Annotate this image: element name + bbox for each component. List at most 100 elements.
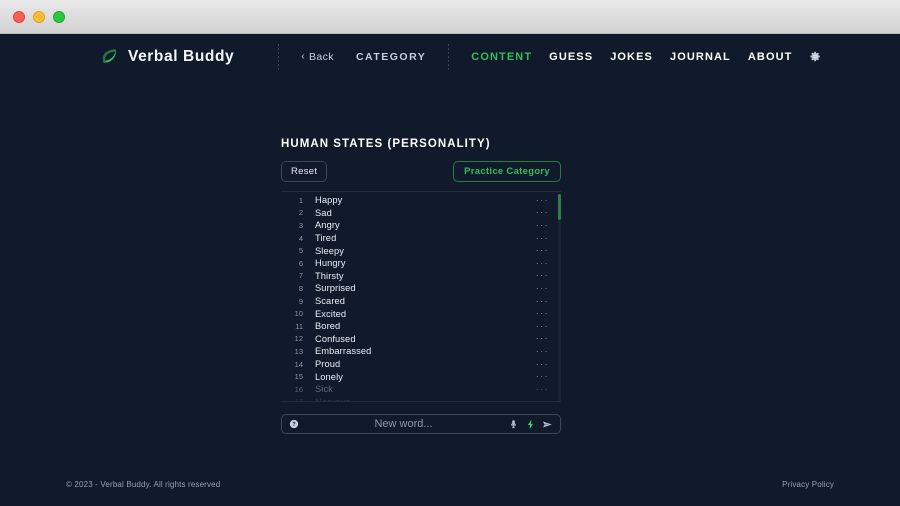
word-row[interactable]: 14 Proud ··· — [281, 358, 561, 371]
word-label: Thirsty — [315, 270, 344, 281]
word-label: Nervous — [315, 396, 351, 402]
word-index: 14 — [294, 359, 303, 369]
app-window: Verbal Buddy ‹ Back CATEGORY CONTENT GUE… — [0, 0, 900, 506]
word-index: 1 — [298, 195, 303, 205]
word-index: 15 — [294, 372, 303, 382]
word-row[interactable]: 3 Angry ··· — [281, 219, 561, 232]
word-label: Embarrassed — [315, 346, 372, 357]
panel-toolbar: Reset Practice Category — [281, 161, 561, 182]
nav-item-jokes[interactable]: JOKES — [610, 51, 653, 63]
row-menu-icon[interactable]: ··· — [536, 246, 549, 255]
nav-item-about[interactable]: ABOUT — [748, 51, 793, 63]
row-menu-icon[interactable]: ··· — [536, 321, 549, 331]
brand-name: Verbal Buddy — [128, 47, 235, 65]
row-menu-icon[interactable]: ··· — [536, 397, 549, 401]
word-label: Tired — [315, 233, 337, 244]
word-row[interactable]: 9 Scared ··· — [281, 295, 561, 308]
word-label: Angry — [315, 220, 340, 231]
word-index: 2 — [298, 208, 303, 218]
send-icon[interactable] — [542, 419, 553, 430]
nav-item-guess[interactable]: GUESS — [549, 51, 593, 63]
word-index: 12 — [294, 334, 303, 344]
word-index: 4 — [298, 233, 303, 243]
word-list-scrollbar[interactable] — [558, 194, 561, 401]
row-menu-icon[interactable]: ··· — [536, 195, 549, 205]
main-content: HUMAN STATES (PERSONALITY) Reset Practic… — [0, 79, 900, 462]
question-circle-icon[interactable] — [289, 419, 299, 429]
row-menu-icon[interactable]: ··· — [536, 309, 549, 318]
top-navbar: Verbal Buddy ‹ Back CATEGORY CONTENT GUE… — [0, 34, 900, 79]
word-index: 6 — [298, 258, 303, 268]
word-index: 17 — [294, 397, 303, 402]
privacy-policy-link[interactable]: Privacy Policy — [782, 480, 834, 489]
word-label: Confused — [315, 333, 356, 344]
word-list[interactable]: 1 Happy ··· 2 Sad ··· 3 Angry ··· 4 Tired ··· 5 Sleep… — [281, 191, 561, 402]
word-index: 16 — [294, 384, 303, 394]
leaf-icon — [100, 47, 119, 66]
row-menu-icon[interactable]: ··· — [536, 258, 549, 268]
word-row[interactable]: 8 Surprised ··· — [281, 282, 561, 295]
brand-logo[interactable]: Verbal Buddy — [100, 47, 234, 66]
word-index: 8 — [298, 283, 303, 293]
new-word-input[interactable] — [305, 418, 502, 430]
word-list-rows: 1 Happy ··· 2 Sad ··· 3 Angry ··· 4 Tired ··· 5 Sleep… — [281, 194, 561, 402]
row-menu-icon[interactable]: ··· — [536, 346, 549, 356]
reset-button[interactable]: Reset — [281, 161, 328, 182]
word-row[interactable]: 15 Lonely ··· — [281, 370, 561, 383]
word-row[interactable]: 17 Nervous ··· — [281, 396, 561, 402]
nav-item-journal[interactable]: JOURNAL — [670, 51, 731, 63]
row-menu-icon[interactable]: ··· — [536, 233, 549, 243]
minimize-button[interactable] — [33, 10, 45, 23]
gear-icon[interactable] — [809, 50, 822, 63]
word-label: Proud — [315, 359, 341, 370]
row-menu-icon[interactable]: ··· — [536, 384, 549, 394]
word-row[interactable]: 7 Thirsty ··· — [281, 270, 561, 283]
word-index: 11 — [295, 321, 303, 331]
word-index: 5 — [298, 246, 303, 256]
word-row[interactable]: 6 Hungry ··· — [281, 257, 561, 270]
word-label: Excited — [315, 308, 347, 319]
lightning-bolt-icon[interactable] — [525, 419, 536, 430]
breadcrumb-category: CATEGORY — [355, 50, 427, 63]
word-row[interactable]: 2 Sad ··· — [281, 207, 561, 220]
word-row[interactable]: 1 Happy ··· — [281, 194, 561, 207]
word-label: Hungry — [315, 258, 346, 269]
word-row[interactable]: 5 Sleepy ··· — [281, 244, 561, 257]
chevron-left-icon: ‹ — [301, 51, 305, 62]
row-menu-icon[interactable]: ··· — [536, 220, 549, 230]
row-menu-icon[interactable]: ··· — [536, 334, 549, 343]
row-menu-icon[interactable]: ··· — [536, 372, 549, 381]
word-label: Sick — [315, 384, 333, 395]
maximize-button[interactable] — [53, 10, 65, 23]
practice-category-button[interactable]: Practice Category — [453, 161, 561, 182]
word-label: Lonely — [315, 371, 343, 382]
breadcrumb: ‹ Back CATEGORY — [279, 51, 448, 63]
word-label: Scared — [315, 296, 346, 307]
row-menu-icon[interactable]: ··· — [536, 208, 549, 217]
word-index: 9 — [298, 296, 303, 306]
row-menu-icon[interactable]: ··· — [536, 271, 549, 280]
window-titlebar — [0, 0, 900, 34]
word-row[interactable]: 10 Excited ··· — [281, 307, 561, 320]
close-button[interactable] — [13, 10, 25, 23]
category-panel: HUMAN STATES (PERSONALITY) Reset Practic… — [281, 138, 561, 434]
word-row[interactable]: 13 Embarrassed ··· — [281, 345, 561, 358]
word-label: Happy — [315, 195, 343, 206]
word-row[interactable]: 16 Sick ··· — [281, 383, 561, 396]
row-menu-icon[interactable]: ··· — [536, 283, 549, 293]
primary-nav: CONTENT GUESS JOKES JOURNAL ABOUT — [449, 50, 822, 63]
nav-item-content[interactable]: CONTENT — [471, 51, 532, 63]
word-row[interactable]: 4 Tired ··· — [281, 232, 561, 245]
copyright-text: © 2023 - Verbal Buddy. All rights reserv… — [66, 479, 221, 489]
word-row[interactable]: 12 Confused ··· — [281, 333, 561, 346]
page-title: HUMAN STATES (PERSONALITY) — [281, 138, 491, 150]
new-word-composer[interactable] — [281, 414, 561, 434]
scrollbar-thumb[interactable] — [558, 194, 561, 220]
row-menu-icon[interactable]: ··· — [536, 296, 549, 306]
word-row[interactable]: 11 Bored ··· — [281, 320, 561, 333]
page-body: Verbal Buddy ‹ Back CATEGORY CONTENT GUE… — [0, 34, 900, 506]
window-controls — [13, 10, 65, 23]
microphone-icon[interactable] — [508, 419, 519, 430]
row-menu-icon[interactable]: ··· — [536, 359, 549, 369]
back-button[interactable]: ‹ Back — [301, 51, 334, 63]
